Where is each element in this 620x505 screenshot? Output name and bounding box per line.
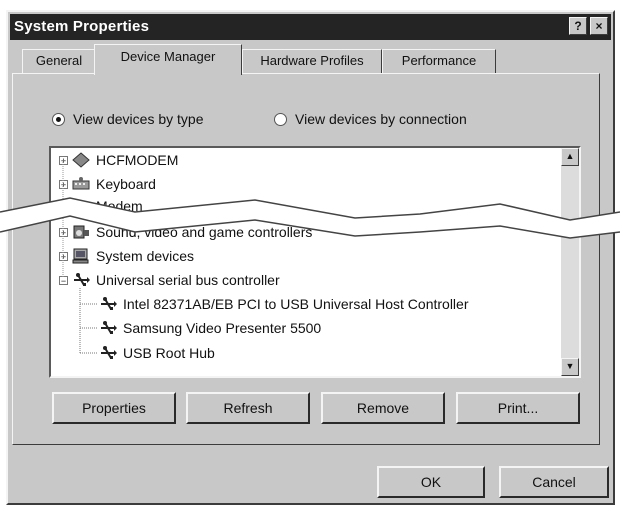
title-bar[interactable]: System Properties ? × xyxy=(10,14,611,40)
print-button[interactable]: Print... xyxy=(456,392,580,424)
tab-device-manager[interactable]: Device Manager xyxy=(94,44,242,75)
usb-icon xyxy=(99,296,117,312)
tree-item-usb-root-hub[interactable]: USB Root Hub xyxy=(99,343,215,363)
tree-item-label: USB Root Hub xyxy=(123,345,215,361)
close-button[interactable]: × xyxy=(590,17,608,35)
cancel-button[interactable]: Cancel xyxy=(499,466,609,498)
radio-unselected-icon xyxy=(274,112,287,126)
tree-item-intel-usb-host[interactable]: Intel 82371AB/EB PCI to USB Universal Ho… xyxy=(99,294,469,314)
vertical-scrollbar[interactable]: ▲ ▼ xyxy=(561,148,579,376)
ok-button[interactable]: OK xyxy=(377,466,485,498)
remove-button[interactable]: Remove xyxy=(321,392,445,424)
refresh-button[interactable]: Refresh xyxy=(186,392,310,424)
properties-button[interactable]: Properties xyxy=(52,392,176,424)
view-by-connection-radio[interactable]: View devices by connection xyxy=(274,111,467,127)
usb-icon xyxy=(99,320,117,336)
view-by-type-label: View devices by type xyxy=(73,111,204,127)
usb-icon xyxy=(99,345,117,361)
tab-general[interactable]: General xyxy=(22,49,96,74)
scroll-down-button[interactable]: ▼ xyxy=(561,358,579,376)
tree-item-label: Intel 82371AB/EB PCI to USB Universal Ho… xyxy=(123,296,469,312)
radio-selected-icon xyxy=(52,112,65,126)
view-by-type-radio[interactable]: View devices by type xyxy=(52,111,203,127)
tree-item-samsung-video-presenter[interactable]: Samsung Video Presenter 5500 xyxy=(99,318,321,338)
tab-hardware-profiles[interactable]: Hardware Profiles xyxy=(242,49,382,74)
help-button[interactable]: ? xyxy=(569,17,587,35)
scroll-up-button[interactable]: ▲ xyxy=(561,148,579,166)
view-by-connection-label: View devices by connection xyxy=(295,111,467,127)
window-title: System Properties xyxy=(14,18,150,35)
tab-performance[interactable]: Performance xyxy=(382,49,496,74)
tree-item-label: Samsung Video Presenter 5500 xyxy=(123,320,322,336)
device-tree[interactable]: + HCFMODEM + Keyboard + Modem + Sound, v… xyxy=(49,146,581,378)
